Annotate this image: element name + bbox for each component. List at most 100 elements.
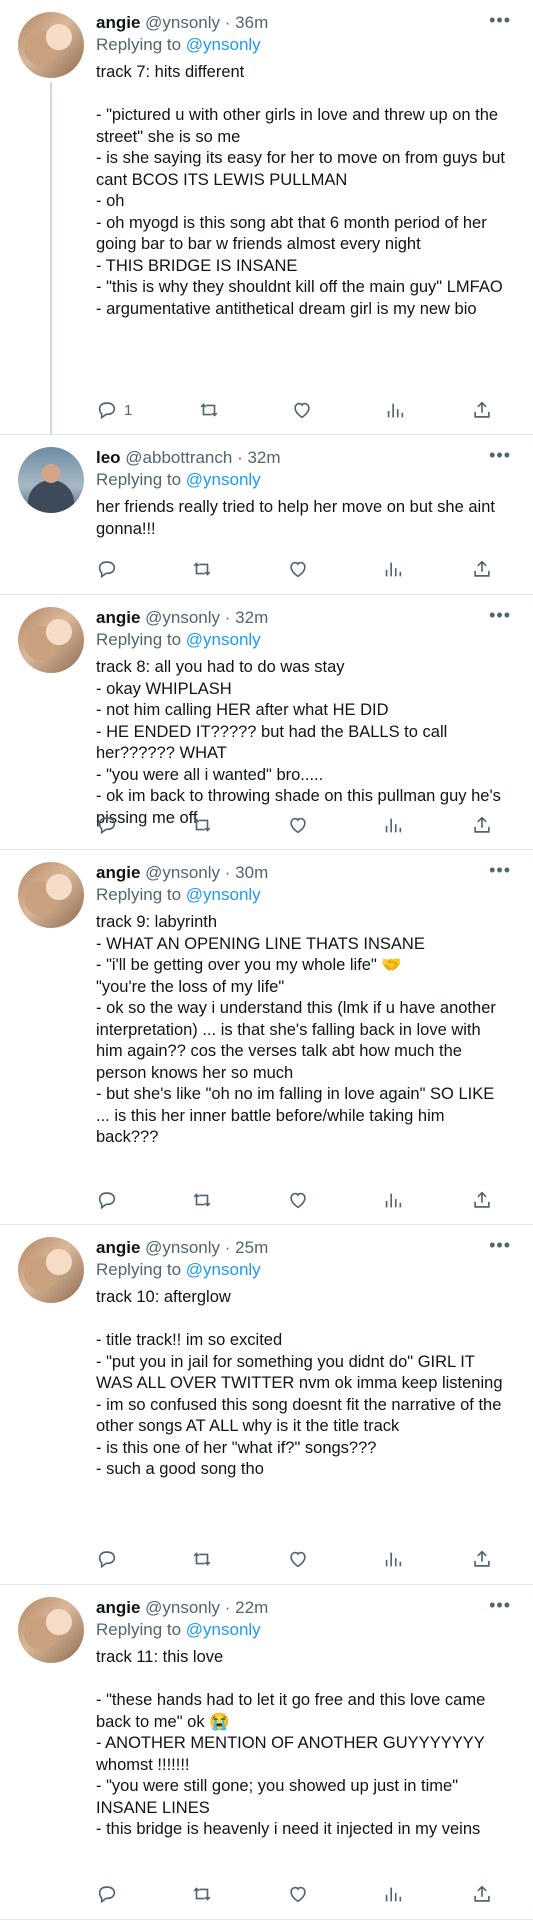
like-button[interactable] — [287, 1189, 315, 1211]
more-options-icon[interactable]: ••• — [489, 860, 511, 881]
retweet-icon — [191, 1883, 213, 1905]
avatar[interactable] — [18, 447, 84, 513]
user-handle[interactable]: @ynsonly — [145, 1598, 220, 1617]
tweet-text-line: - THIS BRIDGE IS INSANE — [96, 256, 298, 275]
share-button[interactable] — [471, 1883, 493, 1905]
share-button[interactable] — [471, 814, 493, 836]
tweet-text-line — [96, 84, 506, 106]
like-button[interactable] — [287, 558, 315, 580]
share-button[interactable] — [471, 558, 493, 580]
tweet-text: track 11: this love - "these hands had to… — [96, 1647, 506, 1841]
display-name[interactable]: angie — [96, 1238, 140, 1257]
replying-to-label: Replying to — [96, 630, 186, 649]
user-handle[interactable]: @ynsonly — [145, 608, 220, 627]
like-button[interactable] — [287, 814, 315, 836]
analytics-icon — [382, 814, 404, 836]
analytics-icon — [382, 1883, 404, 1905]
tweet-text-line: - such a good song tho — [96, 1460, 264, 1478]
retweet-button[interactable] — [191, 558, 219, 580]
like-button[interactable] — [287, 1883, 315, 1905]
reply-button[interactable] — [96, 1883, 124, 1905]
analytics-button[interactable] — [382, 1883, 404, 1905]
reply-icon — [96, 814, 118, 836]
tweet-text-line: - "i'll be getting over you my whole lif… — [96, 956, 402, 974]
display-name[interactable]: angie — [96, 13, 140, 32]
share-button[interactable] — [471, 1548, 493, 1570]
display-name[interactable]: angie — [96, 608, 140, 627]
like-button[interactable] — [291, 399, 319, 421]
tweet-text-line: - title track!! im so excited — [96, 1331, 283, 1349]
replying-to-handle[interactable]: @ynsonly — [186, 1260, 261, 1279]
tweet[interactable]: angie @ynsonly · 22m ••• Replying to @ynso… — [0, 1585, 533, 1920]
user-handle[interactable]: @ynsonly — [145, 13, 220, 32]
tweet[interactable]: angie @ynsonly · 32m ••• Replying to @ynso… — [0, 595, 533, 850]
analytics-button[interactable] — [382, 814, 404, 836]
user-handle[interactable]: @ynsonly — [145, 863, 220, 882]
share-icon — [471, 558, 493, 580]
timestamp[interactable]: · 32m — [237, 448, 280, 467]
tweet-text: track 10: afterglow - title track!! im so… — [96, 1287, 506, 1481]
tweet-text-line: - HE ENDED IT????? but had the BALLS to … — [96, 722, 448, 763]
tweet[interactable]: leo @abbottranch · 32m ••• Replying to @yn… — [0, 435, 533, 595]
analytics-button[interactable] — [382, 1548, 404, 1570]
timestamp[interactable]: · 32m — [225, 608, 268, 627]
tweet[interactable]: angie @ynsonly · 30m ••• Replying to @ynso… — [0, 850, 533, 1225]
analytics-button[interactable] — [382, 558, 404, 580]
timestamp[interactable]: · 30m — [225, 863, 268, 882]
reply-button[interactable] — [96, 558, 124, 580]
reply-button[interactable]: 1 — [96, 399, 132, 421]
timestamp[interactable]: · 25m — [225, 1238, 268, 1257]
retweet-button[interactable] — [198, 399, 226, 421]
user-handle[interactable]: @abbottranch — [125, 448, 232, 467]
tweet-text-line: - im so confused this song doesnt fit th… — [96, 1395, 502, 1436]
display-name[interactable]: angie — [96, 863, 140, 882]
replying-to: Replying to @ynsonly — [96, 884, 261, 906]
retweet-button[interactable] — [191, 1189, 219, 1211]
analytics-icon — [384, 399, 406, 421]
user-handle[interactable]: @ynsonly — [145, 1238, 220, 1257]
avatar[interactable] — [18, 1237, 84, 1303]
tweet-text-line: - "pictured u with other girls in love a… — [96, 106, 499, 146]
more-options-icon[interactable]: ••• — [489, 1595, 511, 1616]
analytics-button[interactable] — [382, 1189, 404, 1211]
replying-to-handle[interactable]: @ynsonly — [186, 1620, 261, 1639]
reply-icon — [96, 1189, 118, 1211]
more-options-icon[interactable]: ••• — [489, 1235, 511, 1256]
retweet-button[interactable] — [191, 814, 219, 836]
avatar[interactable] — [18, 1597, 84, 1663]
more-options-icon[interactable]: ••• — [489, 605, 511, 626]
tweet-text-line: - WHAT AN OPENING LINE THATS INSANE — [96, 934, 425, 953]
like-button[interactable] — [287, 1548, 315, 1570]
display-name[interactable]: angie — [96, 1598, 140, 1617]
avatar[interactable] — [18, 607, 84, 673]
replying-to-handle[interactable]: @ynsonly — [186, 885, 261, 904]
timestamp[interactable]: · 22m — [225, 1598, 268, 1617]
analytics-button[interactable] — [384, 399, 406, 421]
tweet-text-line: - ok so the way i understand this (lmk i… — [96, 999, 496, 1082]
tweet[interactable]: angie @ynsonly · 36m ••• Replying to @ynso… — [0, 0, 533, 435]
reply-icon — [96, 399, 118, 421]
avatar[interactable] — [18, 12, 84, 78]
more-options-icon[interactable]: ••• — [489, 10, 511, 31]
reply-icon — [96, 558, 118, 580]
reply-button[interactable] — [96, 1189, 124, 1211]
more-options-icon[interactable]: ••• — [489, 445, 511, 466]
replying-to-handle[interactable]: @ynsonly — [186, 35, 261, 54]
share-button[interactable] — [471, 399, 493, 421]
retweet-button[interactable] — [191, 1883, 219, 1905]
avatar[interactable] — [18, 862, 84, 928]
timestamp[interactable]: · 36m — [225, 13, 268, 32]
replying-to-handle[interactable]: @ynsonly — [186, 630, 261, 649]
replying-to: Replying to @ynsonly — [96, 34, 261, 56]
tweet[interactable]: angie @ynsonly · 25m ••• Replying to @ynso… — [0, 1225, 533, 1585]
reply-button[interactable] — [96, 814, 124, 836]
tweet-text-line: track 9: labyrinth — [96, 913, 218, 931]
retweet-button[interactable] — [191, 1548, 219, 1570]
share-button[interactable] — [471, 1189, 493, 1211]
reply-icon — [96, 1883, 118, 1905]
replying-to-handle[interactable]: @ynsonly — [186, 470, 261, 489]
share-icon — [471, 1189, 493, 1211]
tweet-text-line: - "you were still gone; you showed up ju… — [96, 1777, 459, 1817]
reply-button[interactable] — [96, 1548, 124, 1570]
display-name[interactable]: leo — [96, 448, 121, 467]
